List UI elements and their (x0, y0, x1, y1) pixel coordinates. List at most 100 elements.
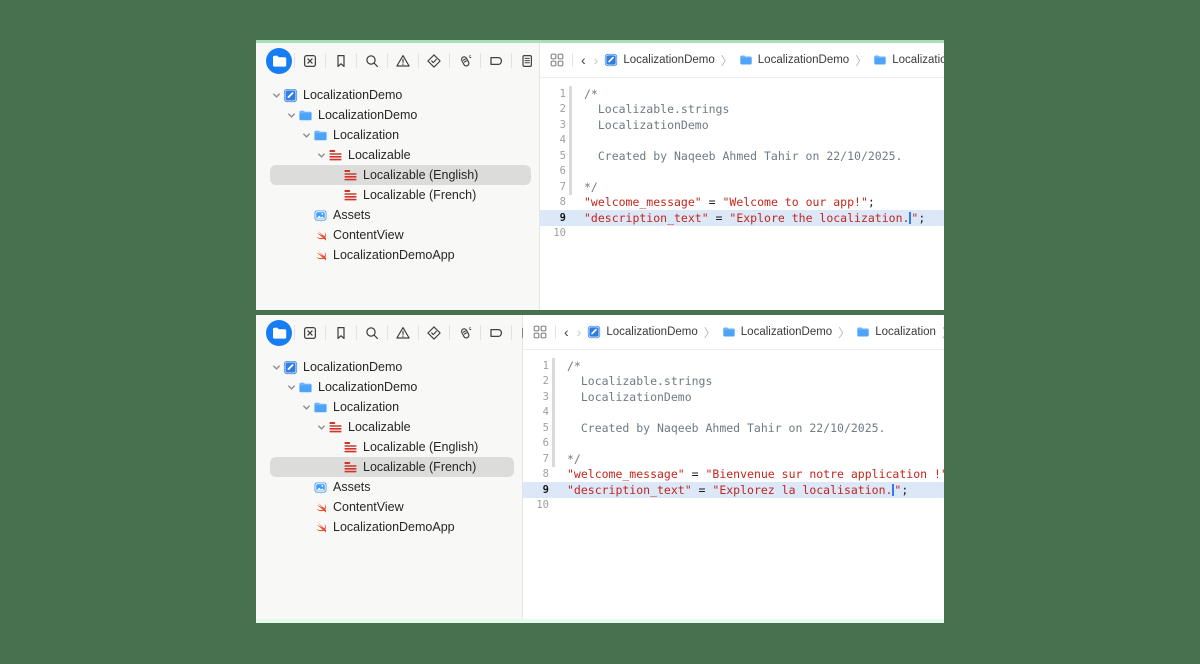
disclosure-chevron-icon[interactable] (285, 383, 297, 392)
tree-item-localizable-english-[interactable]: Localizable (English) (256, 165, 539, 185)
code-line-7[interactable]: 7*/ (540, 179, 944, 195)
tree-item-localizable-french-[interactable]: Localizable (French) (256, 185, 539, 205)
code-line-10[interactable]: 10 (523, 498, 944, 514)
code-line-2[interactable]: 2 Localizable.strings (540, 102, 944, 118)
find-icon[interactable] (359, 48, 385, 74)
toolbar-separator (511, 325, 512, 340)
back-chevron-icon[interactable]: ‹ (579, 53, 588, 67)
code-line-1[interactable]: 1/* (540, 86, 944, 102)
tree-item-label: Localizable (348, 148, 411, 162)
tests-icon[interactable] (421, 48, 447, 74)
breadcrumb-item[interactable]: LocalizationDemo (587, 325, 697, 339)
disclosure-chevron-icon[interactable] (300, 403, 312, 412)
disclosure-chevron-icon[interactable] (315, 423, 327, 432)
code-line-9[interactable]: 9"description_text" = "Explorez la local… (523, 482, 944, 498)
code-text: LocalizationDemo (575, 118, 709, 132)
reports-icon[interactable] (514, 48, 540, 74)
tree-item-localizationdemoapp[interactable]: LocalizationDemoApp (256, 245, 539, 265)
project-navigator-icon[interactable] (266, 320, 292, 346)
breadcrumb-item[interactable]: LocalizationDemo (739, 53, 849, 67)
code-line-9[interactable]: 9"description_text" = "Explore the local… (540, 210, 944, 226)
code-line-8[interactable]: 8"welcome_message" = "Welcome to our app… (540, 195, 944, 211)
debug-icon[interactable] (452, 320, 478, 346)
code-segment: "description_text" (567, 483, 692, 497)
code-segment: ; (901, 483, 908, 497)
code-area[interactable]: 1/*2 Localizable.strings3 LocalizationDe… (523, 350, 944, 619)
bookmarks-icon[interactable] (328, 48, 354, 74)
code-line-2[interactable]: 2 Localizable.strings (523, 374, 944, 390)
jump-bar: ‹›LocalizationDemo〉LocalizationDemo〉Loca… (523, 315, 944, 350)
tree-item-label: Assets (333, 208, 371, 222)
related-items-icon[interactable] (548, 53, 566, 67)
swift-file-icon (312, 499, 328, 515)
tree-item-localizationdemo[interactable]: LocalizationDemo (256, 85, 539, 105)
tree-item-localizable-french-[interactable]: Localizable (French) (256, 457, 522, 477)
app-file-icon (604, 53, 618, 67)
code-line-3[interactable]: 3 LocalizationDemo (523, 389, 944, 405)
disclosure-chevron-icon[interactable] (285, 111, 297, 120)
code-line-5[interactable]: 5 Created by Naqeeb Ahmed Tahir on 22/10… (523, 420, 944, 436)
fold-ribbon (549, 389, 558, 405)
xcode-window-english: LocalizationDemoLocalizationDemoLocaliza… (256, 40, 944, 310)
fold-ribbon-bar (552, 420, 555, 436)
breakpoints-icon[interactable] (483, 48, 509, 74)
line-number: 8 (540, 196, 566, 208)
toolbar-separator (418, 325, 419, 340)
code-line-6[interactable]: 6 (540, 164, 944, 180)
fold-ribbon-bar (569, 148, 572, 164)
code-line-5[interactable]: 5 Created by Naqeeb Ahmed Tahir on 22/10… (540, 148, 944, 164)
source-control-changes-icon[interactable] (297, 320, 323, 346)
tree-item-localizable-english-[interactable]: Localizable (English) (256, 437, 522, 457)
breadcrumb-item[interactable]: LocalizationDemo (722, 325, 832, 339)
breadcrumb-item[interactable]: Localization (856, 325, 936, 339)
breakpoints-icon[interactable] (483, 320, 509, 346)
code-line-7[interactable]: 7*/ (523, 451, 944, 467)
tree-item-localizable[interactable]: Localizable (256, 145, 539, 165)
back-chevron-icon[interactable]: ‹ (562, 325, 571, 339)
related-items-icon[interactable] (531, 325, 549, 339)
line-number: 9 (523, 484, 549, 496)
breadcrumb-item[interactable]: Localization (873, 53, 944, 67)
code-line-6[interactable]: 6 (523, 436, 944, 452)
disclosure-chevron-icon[interactable] (300, 131, 312, 140)
tree-item-label: Localizable (348, 420, 411, 434)
tree-item-localizationdemo[interactable]: LocalizationDemo (256, 357, 522, 377)
tests-icon[interactable] (421, 320, 447, 346)
disclosure-chevron-icon[interactable] (315, 151, 327, 160)
code-area[interactable]: 1/*2 Localizable.strings3 LocalizationDe… (540, 78, 944, 310)
code-line-4[interactable]: 4 (540, 133, 944, 149)
disclosure-chevron-icon[interactable] (270, 363, 282, 372)
line-number: 6 (540, 165, 566, 177)
tree-item-localization[interactable]: Localization (256, 125, 539, 145)
tree-item-localization[interactable]: Localization (256, 397, 522, 417)
issues-icon[interactable] (390, 48, 416, 74)
tree-item-localizationdemo[interactable]: LocalizationDemo (256, 377, 522, 397)
breadcrumb-item[interactable]: LocalizationDemo (604, 53, 714, 67)
code-line-3[interactable]: 3 LocalizationDemo (540, 117, 944, 133)
breadcrumb-separator-icon: 〉 (855, 52, 867, 69)
tree-item-contentview[interactable]: ContentView (256, 225, 539, 245)
bookmarks-icon[interactable] (328, 320, 354, 346)
line-number: 4 (523, 406, 549, 418)
tree-item-localizationdemo[interactable]: LocalizationDemo (256, 105, 539, 125)
debug-icon[interactable] (452, 48, 478, 74)
code-line-4[interactable]: 4 (523, 405, 944, 421)
code-line-8[interactable]: 8"welcome_message" = "Bienvenue sur notr… (523, 467, 944, 483)
tree-item-assets[interactable]: Assets (256, 205, 539, 225)
tree-item-assets[interactable]: Assets (256, 477, 522, 497)
source-control-changes-icon[interactable] (297, 48, 323, 74)
disclosure-chevron-icon[interactable] (270, 91, 282, 100)
find-icon[interactable] (359, 320, 385, 346)
project-navigator-icon[interactable] (266, 48, 292, 74)
code-line-1[interactable]: 1/* (523, 358, 944, 374)
line-number: 6 (523, 437, 549, 449)
issues-icon[interactable] (390, 320, 416, 346)
fold-ribbon-bar (552, 405, 555, 421)
tree-item-label: Localizable (French) (363, 188, 476, 202)
line-number: 4 (540, 134, 566, 146)
tree-item-highlight (270, 205, 531, 225)
tree-item-localizationdemoapp[interactable]: LocalizationDemoApp (256, 517, 522, 537)
tree-item-localizable[interactable]: Localizable (256, 417, 522, 437)
tree-item-contentview[interactable]: ContentView (256, 497, 522, 517)
code-line-10[interactable]: 10 (540, 226, 944, 242)
